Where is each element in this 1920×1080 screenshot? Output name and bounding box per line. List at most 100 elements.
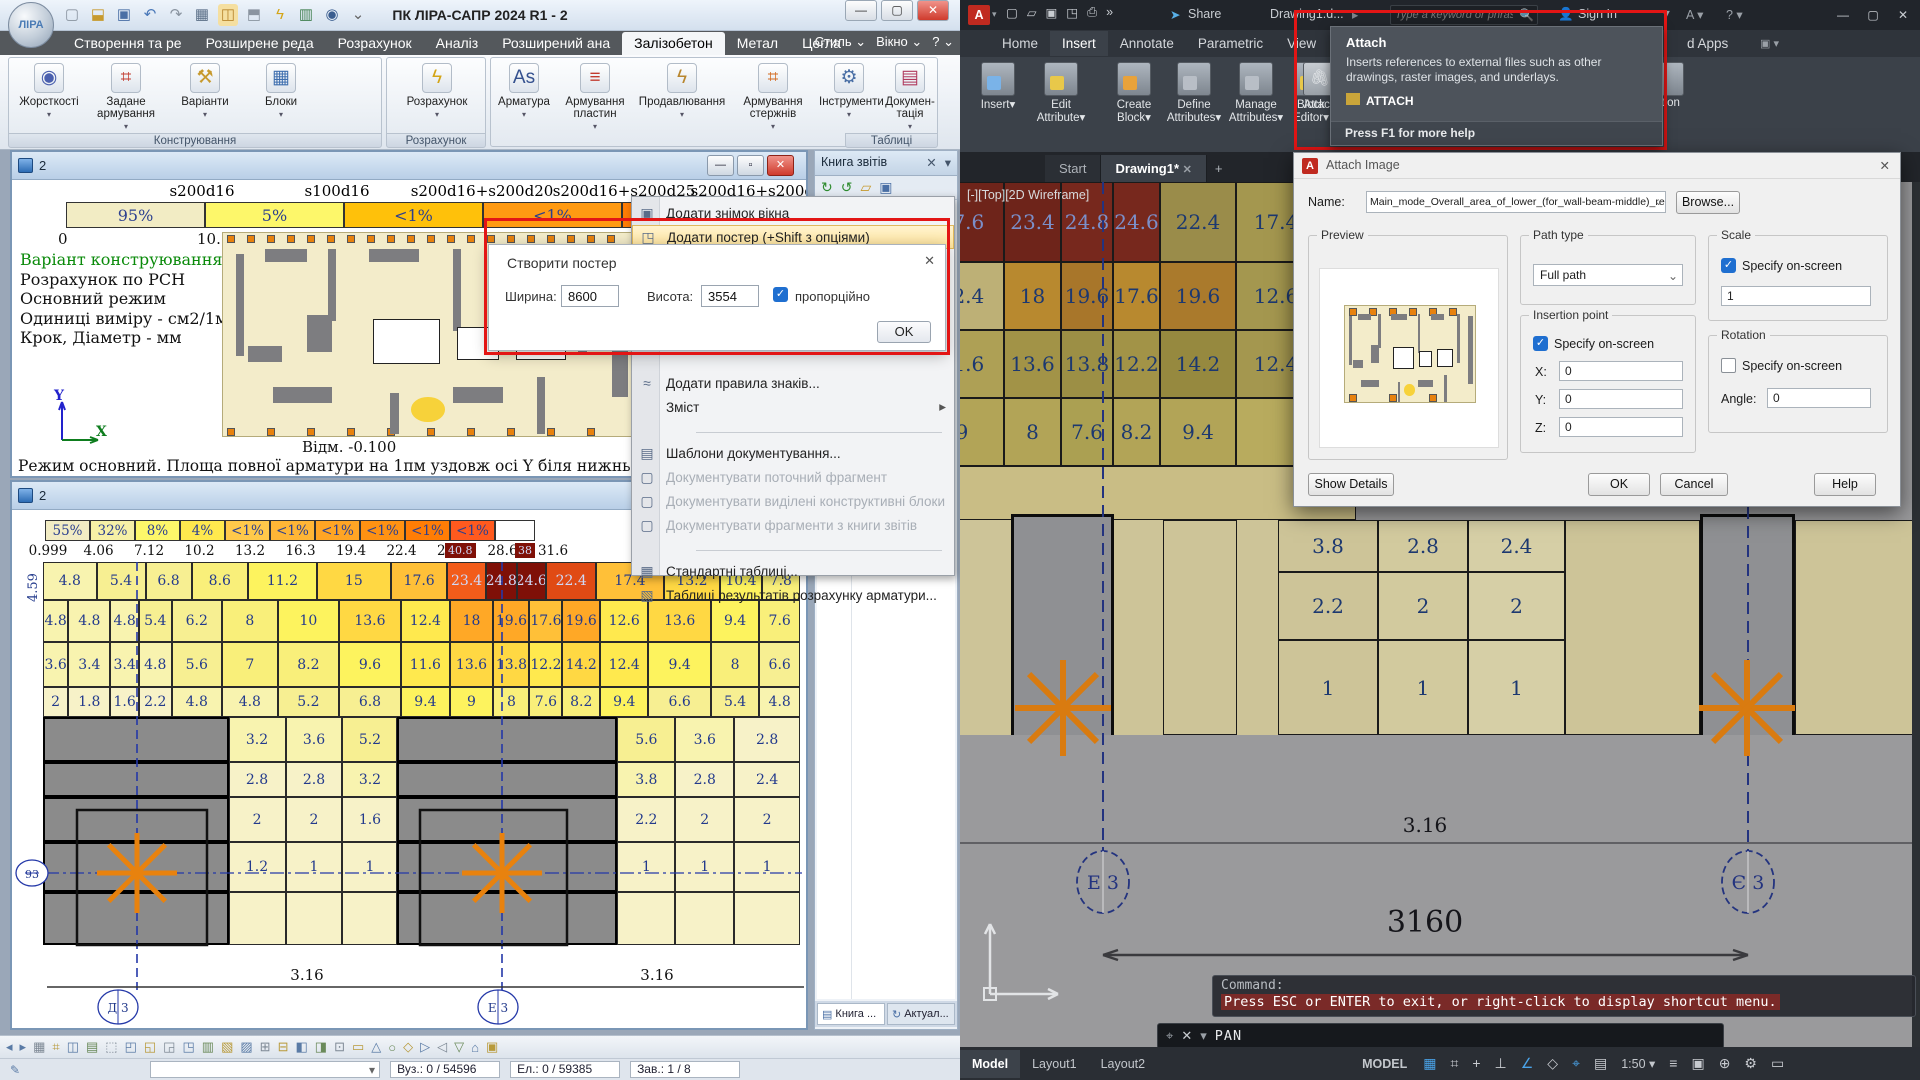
quick-icon[interactable]: ◫ [218, 4, 238, 26]
status-icon[interactable]: ◇ [1547, 1055, 1558, 1072]
canvas-scroll-strip[interactable] [1912, 182, 1920, 1047]
quick-icon[interactable]: ↷ [166, 4, 186, 26]
status-toolbar-icon[interactable]: ▸ [20, 1039, 27, 1055]
status-toolbar-icon[interactable]: ◇ [403, 1039, 413, 1055]
angle-input[interactable] [1767, 388, 1871, 408]
quick-icon[interactable]: ▥ [296, 4, 316, 26]
ribbon-button-продавлювання[interactable]: ϟ Продавлювання ▾ [637, 61, 727, 139]
ribbon-button-блоки[interactable]: ▦ Блоки ▾ [245, 61, 317, 139]
ribbon-button-інструменти[interactable]: ⚙ Інструменти ▾ [819, 61, 884, 139]
panel-toolbar-icon[interactable]: ↻ [821, 179, 833, 196]
edit-mode-icon[interactable]: ✎ [10, 1063, 20, 1077]
report-panel-titlebar[interactable]: Книга звітів ▾ ✕ [815, 151, 957, 176]
acad-tab-insert[interactable]: Insert [1050, 31, 1108, 56]
share-button[interactable]: Share [1188, 7, 1221, 21]
window1-minimize-button[interactable]: — [707, 155, 734, 176]
status-icon[interactable]: ∠ [1521, 1055, 1534, 1072]
status-icon[interactable]: ▣ [1691, 1055, 1704, 1072]
acad-quick-icon[interactable]: ◳ [1066, 5, 1078, 20]
insertion-specify-checkbox[interactable]: ✓ [1533, 336, 1548, 351]
status-toolbar-icon[interactable]: ◳ [182, 1039, 194, 1055]
lira-tab-2[interactable]: Розширене реда [194, 32, 326, 55]
acad-logo-dropdown-icon[interactable]: ▾ [992, 9, 997, 20]
command-pointer-icon[interactable]: ⌖ [1166, 1028, 1173, 1044]
ribbon-display-toggle-icon[interactable]: ▣ ▾ [1760, 37, 1779, 50]
status-toolbar-icon[interactable]: ▥ [202, 1039, 214, 1055]
share-icon[interactable]: ➤ [1170, 7, 1180, 22]
status-icon[interactable]: ⊕ [1719, 1055, 1731, 1072]
search-icon[interactable]: 🔍 [1519, 8, 1534, 22]
dialog-close-icon[interactable]: ✕ [1880, 158, 1890, 173]
ribbon-button-арматура[interactable]: As Арматура ▾ [495, 61, 553, 139]
file-tab-close-icon[interactable]: ✕ [1183, 164, 1192, 176]
close-button[interactable]: ✕ [917, 0, 949, 21]
status-icon[interactable]: ⌖ [1572, 1055, 1580, 1072]
status-toolbar-icon[interactable]: ⌂ [471, 1040, 479, 1055]
signin-button[interactable]: Sign In [1578, 7, 1617, 21]
menu-Вікно[interactable]: Вікно ⌄ [876, 34, 922, 50]
layout-tab-model[interactable]: Model [960, 1049, 1021, 1078]
quick-icon[interactable]: ⬓ [88, 4, 108, 26]
quick-icon[interactable]: ◉ [322, 4, 342, 26]
status-toolbar-icon[interactable]: ◧ [295, 1039, 307, 1055]
status-toolbar-icon[interactable]: ◨ [315, 1039, 327, 1055]
menu-item[interactable]: Зміст ▸ [632, 395, 954, 419]
lira-tab-4[interactable]: Аналіз [424, 32, 491, 55]
status-toolbar-icon[interactable]: ▽ [454, 1039, 464, 1055]
acad-tab-parametric[interactable]: Parametric [1186, 31, 1275, 56]
ribbon-button-армування-стержнів[interactable]: ⌗ Армування стержнів ▾ [731, 61, 815, 139]
status-combobox[interactable]: ▾ [150, 1061, 381, 1078]
menu-item[interactable]: ▤ Шаблони документування... [632, 441, 954, 465]
maximize-button[interactable]: ▢ [881, 0, 913, 21]
status-toolbar-icon[interactable]: ▭ [352, 1039, 364, 1055]
status-icon[interactable]: ⊥ [1495, 1055, 1507, 1072]
acad-logo-icon[interactable]: A [968, 5, 990, 25]
menu-item[interactable]: ≈ Додати правила знаків... [632, 371, 954, 395]
poster-width-input[interactable] [561, 285, 619, 307]
ribbon-button-розрахунок[interactable]: ϟ Розрахунок ▾ [403, 61, 471, 139]
status-toolbar-icon[interactable]: ⬚ [105, 1039, 117, 1055]
menu-item[interactable]: ▢ Документувати поточний фрагмент [632, 465, 954, 489]
menu-item[interactable]: ▢ Документувати виділені конструктивні бл… [632, 489, 954, 513]
window1-restore-button[interactable]: ▫ [737, 155, 764, 176]
quick-icon[interactable]: ⬒ [244, 4, 264, 26]
help-menu[interactable]: ? ⌄ [932, 34, 954, 50]
window1-close-button[interactable]: ✕ [767, 155, 794, 176]
status-toolbar-icon[interactable]: △ [371, 1039, 381, 1055]
z-input[interactable] [1559, 417, 1683, 437]
help-button[interactable]: Help [1814, 473, 1876, 496]
layout-tab-layout2[interactable]: Layout2 [1089, 1050, 1157, 1078]
file-tab-drawing1[interactable]: Drawing1* ✕ [1101, 155, 1207, 182]
panel-menu-icon[interactable]: ▾ [945, 155, 951, 170]
acad-tab-annotate[interactable]: Annotate [1108, 31, 1186, 56]
poster-height-input[interactable] [701, 285, 759, 307]
status-icon[interactable]: ≡ [1669, 1055, 1677, 1072]
acad-quick-icon[interactable]: ▱ [1027, 5, 1037, 20]
ribbon-button-варіанти[interactable]: ⚒ Варіанти ▾ [171, 61, 239, 139]
x-input[interactable] [1559, 361, 1683, 381]
ribbon-button-жорсткості[interactable]: ◉ Жорсткості ▾ [17, 61, 81, 139]
status-toolbar-icon[interactable]: ○ [388, 1040, 396, 1055]
status-toolbar-icon[interactable]: ▦ [33, 1039, 45, 1055]
panel-tab-2[interactable]: ↻ Актуал... [887, 1003, 955, 1025]
panel-close-icon[interactable]: ✕ [926, 155, 936, 170]
status-icon[interactable]: ⌗ [1450, 1055, 1458, 1072]
minimize-button[interactable]: — [845, 0, 877, 21]
status-toolbar-icon[interactable]: ▣ [486, 1039, 498, 1055]
app-store-icon[interactable]: ▼ [1660, 7, 1672, 21]
poster-dialog-close-icon[interactable]: ✕ [924, 253, 935, 269]
lira-tab-3[interactable]: Розрахунок [326, 32, 424, 55]
quick-icon[interactable]: ↶ [140, 4, 160, 26]
file-tab-new-icon[interactable]: + [1207, 155, 1231, 182]
ribbon-button-армування-пластин[interactable]: ≡ Армування пластин ▾ [557, 61, 633, 139]
lira-tab-6[interactable]: Залізобетон [622, 32, 725, 55]
acad-quick-icon[interactable]: ▣ [1045, 5, 1057, 20]
lira-tab-7[interactable]: Метал [725, 32, 790, 55]
status-toolbar-icon[interactable]: ◱ [144, 1039, 156, 1055]
menu-item[interactable]: ▢ Документувати фрагменти з книги звітів [632, 513, 954, 537]
status-toolbar-icon[interactable]: ⊞ [260, 1039, 271, 1055]
command-close-icon[interactable]: ✕ [1181, 1028, 1192, 1044]
quick-icon[interactable]: ⌄ [348, 4, 368, 26]
viewport-controls-label[interactable]: [-][Top][2D Wireframe] [967, 188, 1089, 202]
status-toolbar-icon[interactable]: ▨ [240, 1039, 252, 1055]
